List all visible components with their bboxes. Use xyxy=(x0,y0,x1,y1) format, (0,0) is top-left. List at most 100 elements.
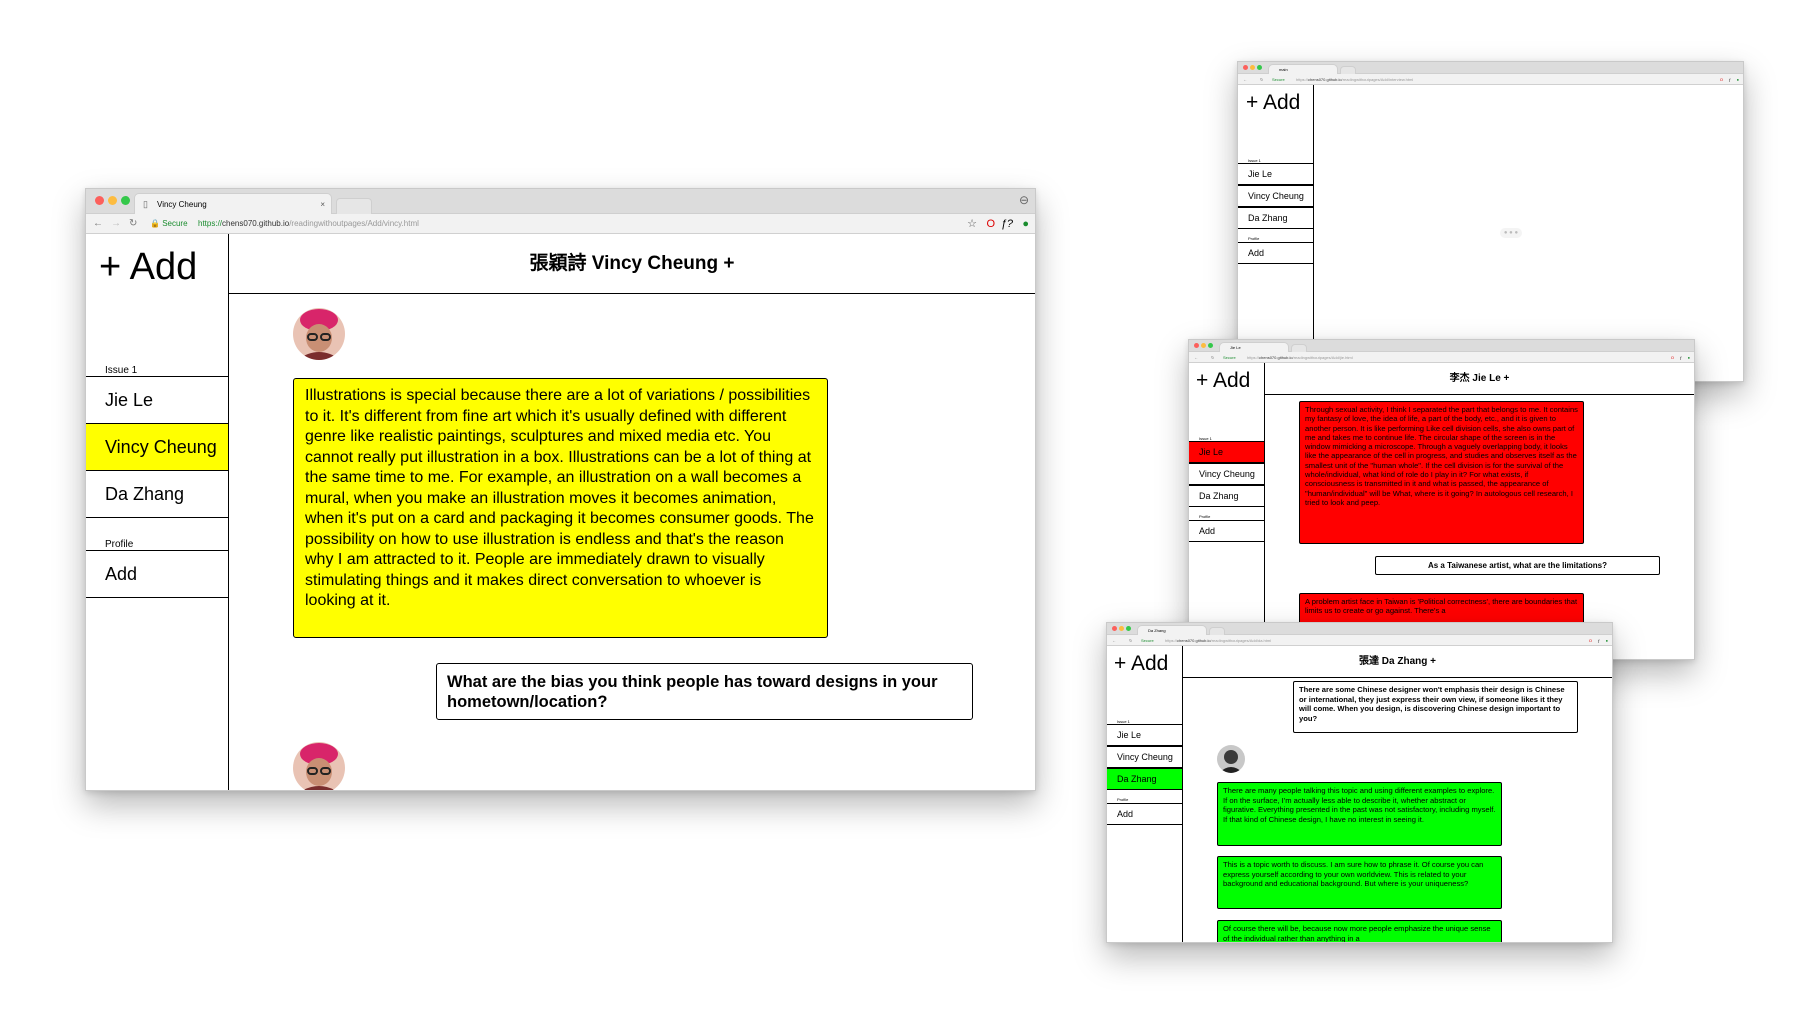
url-text[interactable]: https://chens070.github.io/readingwithou… xyxy=(1247,352,1353,363)
sync-icon[interactable]: ● xyxy=(1688,352,1690,363)
answer-bubble: Illustrations is special because there a… xyxy=(293,378,828,638)
browser-tab[interactable]: Jie Le xyxy=(1219,342,1289,352)
opera-icon[interactable]: O xyxy=(1720,74,1723,85)
tab-title: main xyxy=(1279,67,1288,72)
answer-bubble: Of course there will be, because now mor… xyxy=(1217,920,1502,942)
answer-bubble: Through sexual activity, I think I separ… xyxy=(1299,401,1584,544)
sidebar-item-jie-le[interactable]: Jie Le xyxy=(1107,724,1182,746)
sync-icon[interactable]: ● xyxy=(1606,635,1608,646)
bookmark-star-icon[interactable]: ☆ xyxy=(967,214,977,234)
forward-icon[interactable]: → xyxy=(111,214,121,234)
sidebar-item-da-zhang[interactable]: Da Zhang xyxy=(1107,768,1182,790)
answer-text: There are many people talking this topic… xyxy=(1223,786,1496,824)
sidebar-item-jie-le[interactable]: Jie Le xyxy=(1189,441,1264,463)
new-tab-button[interactable] xyxy=(1209,627,1225,635)
url-text[interactable]: https://chens070.github.io/readingwithou… xyxy=(1165,635,1271,646)
browser-tab[interactable]: Da Zhang xyxy=(1137,625,1207,635)
reload-icon[interactable]: ↻ xyxy=(1211,352,1214,363)
minimize-window-icon[interactable] xyxy=(1201,343,1206,348)
close-tab-icon[interactable]: × xyxy=(320,194,325,214)
opera-icon[interactable]: O xyxy=(1671,352,1674,363)
minimize-window-icon[interactable] xyxy=(1119,626,1124,631)
minimize-window-icon[interactable] xyxy=(1250,65,1255,70)
browser-window-vincy: ▯ Vincy Cheung × ⊖ ← → ↻ 🔒 Secure https:… xyxy=(85,188,1036,791)
back-icon[interactable]: ← xyxy=(93,214,103,234)
extension-icon[interactable]: ƒ xyxy=(1680,352,1682,363)
answer-text: Through sexual activity, I think I separ… xyxy=(1305,405,1578,507)
add-button[interactable]: + Add xyxy=(99,246,197,289)
sidebar-item-da-zhang[interactable]: Da Zhang xyxy=(1238,207,1313,229)
address-bar[interactable]: ← ↻ Secure https://chens070.github.io/re… xyxy=(1238,74,1743,85)
close-window-icon[interactable] xyxy=(1243,65,1248,70)
browser-tab[interactable]: ▯ Vincy Cheung × xyxy=(134,193,332,214)
secure-label: 🔒 Secure xyxy=(150,219,188,228)
maximize-window-icon[interactable] xyxy=(1126,626,1131,631)
answer-text: Illustrations is special because there a… xyxy=(305,387,814,609)
sidebar-item-vincy-cheung[interactable]: Vincy Cheung xyxy=(86,423,228,471)
opera-icon[interactable]: O xyxy=(986,214,995,234)
tab-title: Da Zhang xyxy=(1148,628,1166,633)
close-window-icon[interactable] xyxy=(1112,626,1117,631)
sidebar-item-jie-le[interactable]: Jie Le xyxy=(1238,163,1313,185)
add-button[interactable]: + Add xyxy=(1114,652,1168,676)
maximize-window-icon[interactable] xyxy=(1257,65,1262,70)
back-icon[interactable]: ← xyxy=(1243,74,1247,85)
sync-icon[interactable]: ● xyxy=(1022,214,1029,234)
extension-icon[interactable]: ƒ xyxy=(1598,635,1600,646)
reload-icon[interactable]: ↻ xyxy=(1260,74,1263,85)
url-text[interactable]: https://chens070.github.io/readingwithou… xyxy=(198,214,419,234)
sidebar-item-da-zhang[interactable]: Da Zhang xyxy=(1189,485,1264,507)
sidebar-item-add[interactable]: Add xyxy=(1238,242,1313,264)
tab-bar: Jie Le xyxy=(1189,340,1694,352)
reload-icon[interactable]: ↻ xyxy=(129,214,137,234)
minimize-window-icon[interactable] xyxy=(108,196,117,205)
sidebar-item-jie-le[interactable]: Jie Le xyxy=(86,376,228,424)
sidebar: + Add Issue 1 Jie Le Vincy Cheung Da Zha… xyxy=(1107,646,1183,942)
extension-icon[interactable]: ƒ xyxy=(1729,74,1731,85)
answer-bubble: There are many people talking this topic… xyxy=(1217,782,1502,846)
address-bar[interactable]: ← ↻ Secure https://chens070.github.io/re… xyxy=(1189,352,1694,363)
answer-bubble: This is a topic worth to discuss. I am s… xyxy=(1217,856,1502,909)
sidebar-item-vincy-cheung[interactable]: Vincy Cheung xyxy=(1238,185,1313,207)
sidebar-item-da-zhang[interactable]: Da Zhang xyxy=(86,470,228,518)
extension-icon[interactable]: ƒ? xyxy=(1001,214,1013,234)
tab-bar: ▯ Vincy Cheung × ⊖ xyxy=(86,189,1035,214)
new-tab-button[interactable] xyxy=(1291,344,1307,352)
browser-window-jie: Jie Le ← ↻ Secure https://chens070.githu… xyxy=(1188,339,1695,660)
opera-icon[interactable]: O xyxy=(1589,635,1592,646)
close-window-icon[interactable] xyxy=(1194,343,1199,348)
sidebar-item-vincy-cheung[interactable]: Vincy Cheung xyxy=(1189,463,1264,485)
page-title: 張達 Da Zhang + xyxy=(1183,646,1612,678)
sidebar-item-add[interactable]: Add xyxy=(1189,520,1264,542)
close-window-icon[interactable] xyxy=(95,196,104,205)
url-text[interactable]: https://chens070.github.io/readingwithou… xyxy=(1296,74,1413,85)
tab-bar: main xyxy=(1238,62,1743,74)
browser-tab[interactable]: main xyxy=(1268,64,1338,74)
add-button[interactable]: + Add xyxy=(1196,369,1250,393)
reload-icon[interactable]: ↻ xyxy=(1129,635,1132,646)
question-box: What are the bias you think people has t… xyxy=(436,663,973,720)
back-icon[interactable]: ← xyxy=(1194,352,1198,363)
question-box: There are some Chinese designer won't em… xyxy=(1293,681,1578,733)
back-icon[interactable]: ← xyxy=(1112,635,1116,646)
tab-bar: Da Zhang xyxy=(1107,623,1612,635)
profile-label: Profile xyxy=(1199,514,1211,519)
address-bar[interactable]: ← ↻ Secure https://chens070.github.io/re… xyxy=(1107,635,1612,646)
profile-label: Profile xyxy=(1248,236,1260,241)
sync-icon[interactable]: ● xyxy=(1737,74,1739,85)
question-text: What are the bias you think people has t… xyxy=(447,673,938,711)
add-button[interactable]: + Add xyxy=(1246,91,1300,115)
new-tab-button[interactable] xyxy=(336,198,372,214)
tab-title: Vincy Cheung xyxy=(157,200,207,209)
profile-icon[interactable]: ⊖ xyxy=(1019,193,1029,207)
maximize-window-icon[interactable] xyxy=(1208,343,1213,348)
question-text: There are some Chinese designer won't em… xyxy=(1299,685,1565,723)
address-bar[interactable]: ← → ↻ 🔒 Secure https://chens070.github.i… xyxy=(86,214,1035,234)
sidebar-item-add[interactable]: Add xyxy=(1107,803,1182,825)
maximize-window-icon[interactable] xyxy=(121,196,130,205)
sidebar-item-add[interactable]: Add xyxy=(86,550,228,598)
secure-label: Secure xyxy=(1223,355,1236,360)
sidebar-item-vincy-cheung[interactable]: Vincy Cheung xyxy=(1107,746,1182,768)
new-tab-button[interactable] xyxy=(1340,66,1356,74)
issue-label: Issue 1 xyxy=(105,365,138,376)
